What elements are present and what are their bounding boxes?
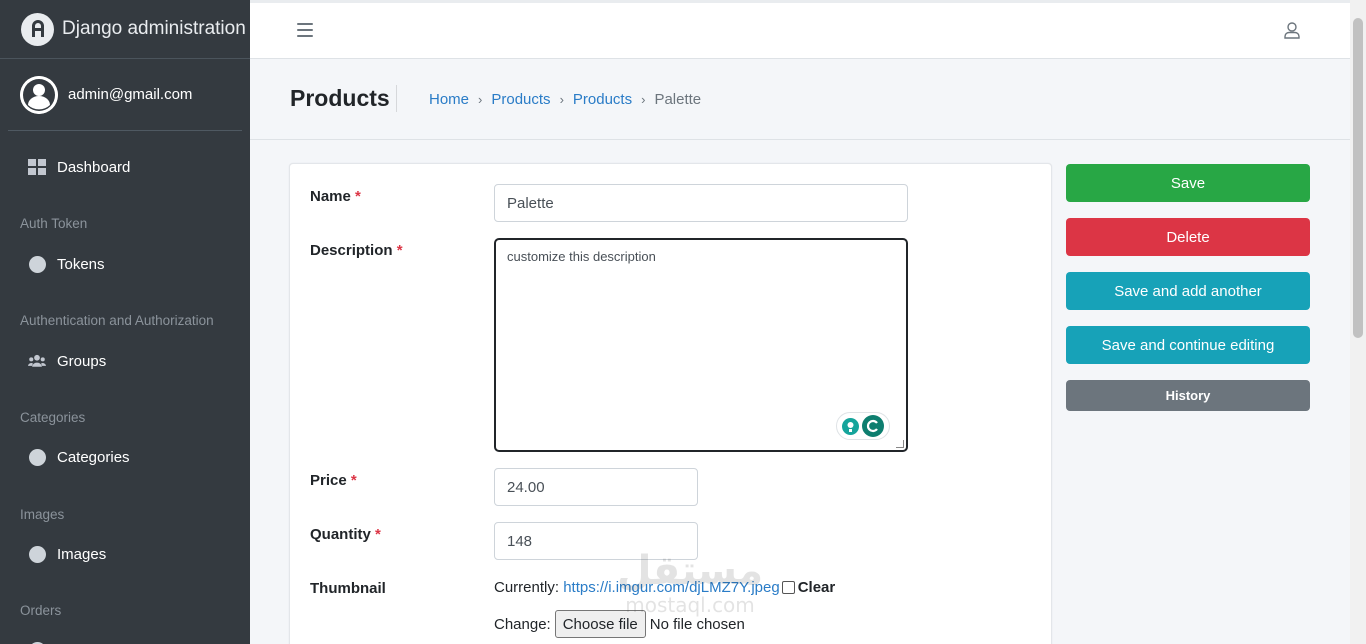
currently-label: Currently: [494,579,560,596]
sidebar-item-tokens[interactable]: Tokens [8,244,242,284]
sidebar-header-auth-token: Auth Token [20,216,88,231]
breadcrumb-separator: › [559,92,564,107]
thumbnail-current-row: Currently: https://i.imgur.com/djLMZ7Y.j… [494,579,835,596]
sidebar-item-label: Tokens [57,255,105,273]
sidebar-item-label: Dashboard [57,158,131,176]
circle-icon [28,255,46,273]
top-navbar [250,0,1350,59]
menu-toggle-icon[interactable] [297,23,313,37]
clear-label[interactable]: Clear [798,579,836,596]
save-and-add-another-button[interactable]: Save and add another [1066,272,1310,310]
price-input[interactable]: 24.00 [494,468,698,506]
thumbnail-label: Thumbnail [310,580,386,597]
description-label: Description * [310,242,403,259]
title-divider [396,85,397,112]
breadcrumb-separator: › [641,92,646,107]
breadcrumb-separator: › [478,92,483,107]
grammarly-widget[interactable] [836,412,890,440]
description-textarea[interactable]: customize this description [494,238,908,452]
lightbulb-icon [842,417,860,435]
avatar [20,75,58,114]
save-button[interactable]: Save [1066,164,1310,202]
breadcrumb-current: Palette [654,91,702,108]
page-title: Products [290,85,390,111]
name-input[interactable]: Palette [494,184,908,222]
users-icon [28,352,46,370]
name-label: Name * [310,188,361,205]
sidebar-header-categories: Categories [20,410,86,425]
breadcrumb-home[interactable]: Home [429,91,469,108]
clear-checkbox[interactable] [781,581,795,594]
brand-title: Django administration [62,18,246,39]
sidebar-item-label: Images [57,545,107,563]
user-panel[interactable]: admin@gmail.com [8,59,242,131]
circle-icon [28,448,46,466]
thumbnail-url-link[interactable]: https://i.imgur.com/djLMZ7Y.jpeg [563,579,780,596]
change-label: Change: [494,615,551,633]
history-button[interactable]: History [1066,380,1310,411]
delete-button[interactable]: Delete [1066,218,1310,256]
sidebar-item-images[interactable]: Images [8,534,242,574]
quantity-input[interactable]: 148 [494,522,698,560]
breadcrumb-app-products[interactable]: Products [491,91,550,108]
scrollbar-thumb[interactable] [1353,18,1363,338]
sidebar-item-groups[interactable]: Groups [8,341,242,381]
django-logo-icon [21,12,54,46]
breadcrumb-model-products[interactable]: Products [573,91,632,108]
price-label: Price * [310,472,357,489]
sidebar-item-label: Groups [57,352,107,370]
choose-file-button[interactable]: Choose file [554,610,646,638]
content-header: Products Home › Products › Products › Pa… [250,59,1350,140]
thumbnail-change-row: Change: Choose file No file chosen [494,610,745,638]
file-status: No file chosen [649,615,745,633]
circle-icon [28,545,46,563]
user-menu-icon[interactable] [1284,22,1302,40]
page-scrollbar[interactable] [1350,0,1366,644]
sidebar-item-dashboard[interactable]: Dashboard [8,147,242,187]
save-and-continue-button[interactable]: Save and continue editing [1066,326,1310,364]
sidebar-item-categories[interactable]: Categories [8,437,242,477]
resize-handle-icon[interactable] [896,440,904,448]
breadcrumb: Home › Products › Products › Palette [429,91,701,108]
sidebar-header-orders: Orders [20,603,62,618]
sidebar-header-images: Images [20,507,65,522]
sidebar-header-auth: Authentication and Authorization [20,313,214,328]
user-email: admin@gmail.com [68,86,193,103]
sidebar-item-orders[interactable] [8,630,242,644]
sidebar-item-label: Categories [57,448,130,466]
brand-link[interactable]: Django administration [0,0,250,59]
quantity-label: Quantity * [310,526,381,543]
grammarly-icon [861,415,884,437]
sidebar: Django administration admin@gmail.com Da… [0,0,250,644]
dashboard-icon [28,158,46,176]
product-form-card: Name * Palette Description * customize t… [289,163,1052,644]
